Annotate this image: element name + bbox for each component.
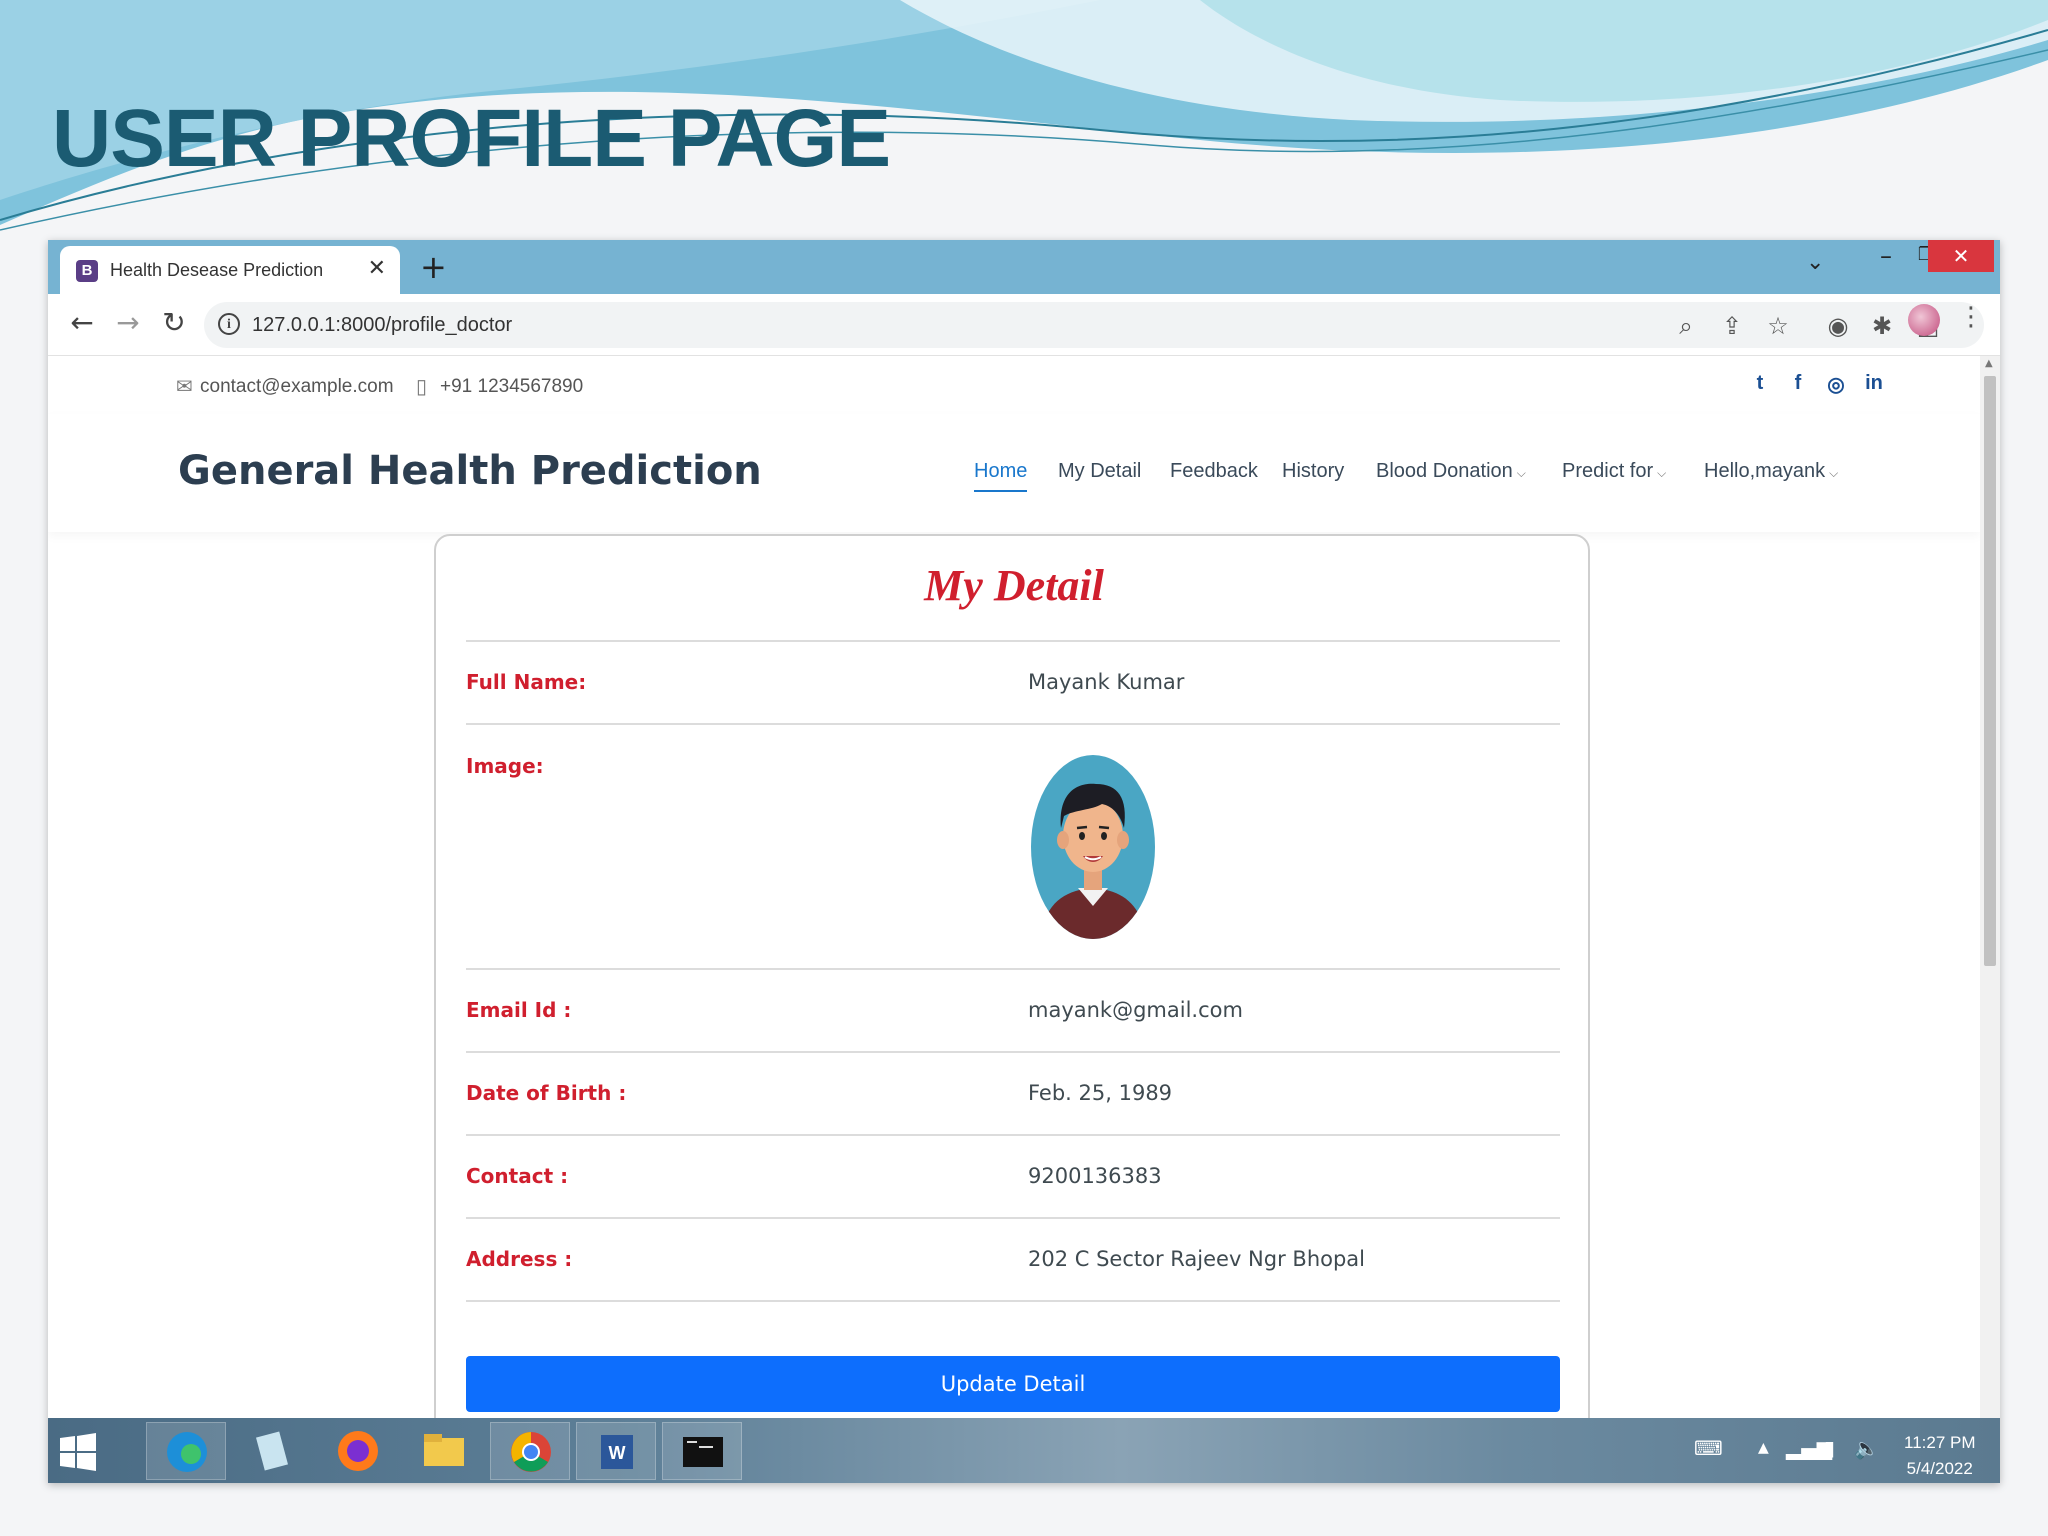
- menu-kebab-icon[interactable]: ⋮: [1958, 302, 1984, 332]
- nav-my-detail[interactable]: My Detail: [1058, 460, 1141, 483]
- forward-arrow-icon[interactable]: →: [110, 306, 146, 339]
- battery-icon[interactable]: ▯: [1824, 1436, 1835, 1460]
- info-icon[interactable]: i: [218, 313, 240, 335]
- tab-close-icon[interactable]: ✕: [368, 256, 386, 281]
- system-clock[interactable]: 11:27 PM 5/4/2022: [1904, 1430, 1976, 1482]
- reload-icon[interactable]: ↻: [156, 306, 192, 339]
- dob-label: Date of Birth :: [466, 1081, 627, 1105]
- phone-icon: ▯: [416, 376, 428, 398]
- chrome-icon[interactable]: [490, 1422, 570, 1480]
- contact-topbar: ✉ contact@example.com ▯ +91 1234567890 t…: [48, 356, 1980, 414]
- minimize-button[interactable]: –: [1866, 242, 1906, 272]
- windows-taskbar: W ⌨ ▲ ▂▄▆ ▯ 🔈 11:27 PM 5/4/2022: [48, 1418, 2000, 1483]
- nav-user-menu[interactable]: Hello,mayank ⌵: [1704, 460, 1838, 483]
- bootstrap-favicon-icon: B: [76, 260, 98, 282]
- nav-feedback[interactable]: Feedback: [1170, 460, 1258, 483]
- keyboard-icon[interactable]: ⌨: [1694, 1436, 1723, 1460]
- command-prompt-icon[interactable]: [662, 1422, 742, 1480]
- extensions-puzzle-icon[interactable]: ✱: [1866, 312, 1898, 340]
- linkedin-icon[interactable]: in: [1862, 372, 1886, 395]
- nav-predict-for[interactable]: Predict for ⌵: [1562, 460, 1666, 483]
- firefox-icon[interactable]: [318, 1422, 398, 1480]
- profile-card: My Detail Full Name: Mayank Kumar Image:: [434, 534, 1590, 1483]
- dob-value: Feb. 25, 1989: [1028, 1081, 1173, 1105]
- facebook-icon[interactable]: f: [1786, 372, 1810, 395]
- edge-icon[interactable]: [146, 1422, 226, 1480]
- clock-time: 11:27 PM: [1904, 1433, 1976, 1452]
- nav-home[interactable]: Home: [974, 460, 1028, 492]
- divider: [466, 1217, 1560, 1219]
- profile-avatar-icon[interactable]: [1908, 304, 1940, 336]
- scroll-up-arrow-icon[interactable]: ▲: [1985, 358, 1993, 369]
- slide-title: USER PROFILE PAGE: [52, 93, 891, 184]
- divider: [466, 1300, 1560, 1302]
- word-icon[interactable]: W: [576, 1422, 656, 1480]
- notepad-icon[interactable]: [232, 1422, 312, 1480]
- twitter-icon[interactable]: t: [1748, 372, 1772, 395]
- address-label: Address :: [466, 1247, 573, 1271]
- browser-window: B Health Desease Prediction ✕ + ⌄ – ❐ ✕ …: [48, 240, 2000, 1483]
- back-arrow-icon[interactable]: ←: [64, 306, 100, 339]
- contact-label: Contact :: [466, 1164, 569, 1188]
- instagram-icon[interactable]: ◎: [1824, 372, 1848, 397]
- nav-predict-for-label: Predict for: [1562, 460, 1654, 482]
- address-value: 202 C Sector Rajeev Ngr Bhopal: [1028, 1247, 1366, 1271]
- browser-tab[interactable]: B Health Desease Prediction ✕: [60, 246, 400, 294]
- divider: [466, 640, 1560, 642]
- zoom-icon[interactable]: ⌕: [1670, 312, 1702, 340]
- page-viewport: ✉ contact@example.com ▯ +91 1234567890 t…: [48, 356, 1980, 1483]
- envelope-icon: ✉: [176, 376, 193, 398]
- site-header: General Health Prediction Home My Detail…: [48, 414, 1980, 532]
- share-icon[interactable]: ⇪: [1716, 312, 1748, 340]
- contact-value: 9200136383: [1028, 1164, 1162, 1188]
- contact-email[interactable]: contact@example.com: [200, 376, 394, 398]
- address-bar[interactable]: i 127.0.0.1:8000/profile_doctor ⌕ ⇪ ☆ ◉ …: [204, 302, 1984, 348]
- divider: [466, 723, 1560, 725]
- file-explorer-icon[interactable]: [404, 1422, 484, 1480]
- email-label: Email Id :: [466, 998, 572, 1022]
- tab-bar: B Health Desease Prediction ✕ + ⌄ – ❐ ✕: [48, 240, 2000, 294]
- windows-start-icon[interactable]: [58, 1432, 98, 1472]
- browser-toolbar: ← → ↻ i 127.0.0.1:8000/profile_doctor ⌕ …: [48, 294, 2000, 356]
- tab-search-chevron-icon[interactable]: ⌄: [1806, 250, 1824, 275]
- nav-history[interactable]: History: [1282, 460, 1344, 483]
- nav-blood-donation-label: Blood Donation: [1376, 460, 1513, 482]
- tab-title: Health Desease Prediction: [110, 260, 324, 280]
- show-hidden-icons-icon[interactable]: ▲: [1758, 1440, 1769, 1456]
- image-label: Image:: [466, 754, 544, 778]
- update-detail-button[interactable]: Update Detail: [466, 1356, 1560, 1412]
- divider: [466, 1051, 1560, 1053]
- scroll-thumb[interactable]: [1984, 376, 1996, 966]
- window-close-button[interactable]: ✕: [1928, 240, 1994, 272]
- extension-cursor-icon[interactable]: ◉: [1822, 312, 1854, 340]
- bookmark-star-icon[interactable]: ☆: [1762, 312, 1794, 340]
- full-name-value: Mayank Kumar: [1028, 670, 1185, 694]
- profile-avatar-image: [1031, 755, 1155, 939]
- clock-date: 5/4/2022: [1906, 1459, 1973, 1478]
- divider: [466, 1134, 1560, 1136]
- email-value: mayank@gmail.com: [1028, 998, 1243, 1022]
- chevron-down-icon: ⌵: [1657, 466, 1667, 480]
- vertical-scrollbar[interactable]: ▲ ▼: [1980, 356, 2000, 1483]
- divider: [466, 968, 1560, 970]
- svg-text:W: W: [609, 1443, 626, 1463]
- contact-phone: +91 1234567890: [440, 376, 584, 397]
- new-tab-button[interactable]: +: [420, 248, 447, 286]
- url-text[interactable]: 127.0.0.1:8000/profile_doctor: [252, 314, 512, 337]
- chevron-down-icon: ⌵: [1516, 466, 1526, 480]
- active-underline: [974, 490, 1028, 492]
- full-name-label: Full Name:: [466, 670, 587, 694]
- site-logo[interactable]: General Health Prediction: [178, 448, 762, 494]
- nav-blood-donation[interactable]: Blood Donation ⌵: [1376, 460, 1526, 483]
- nav-user-label: Hello,mayank: [1704, 460, 1826, 482]
- nav-home-label: Home: [974, 460, 1028, 482]
- chevron-down-icon: ⌵: [1829, 466, 1839, 480]
- card-title: My Detail: [924, 561, 1104, 610]
- volume-icon[interactable]: 🔈: [1854, 1436, 1879, 1460]
